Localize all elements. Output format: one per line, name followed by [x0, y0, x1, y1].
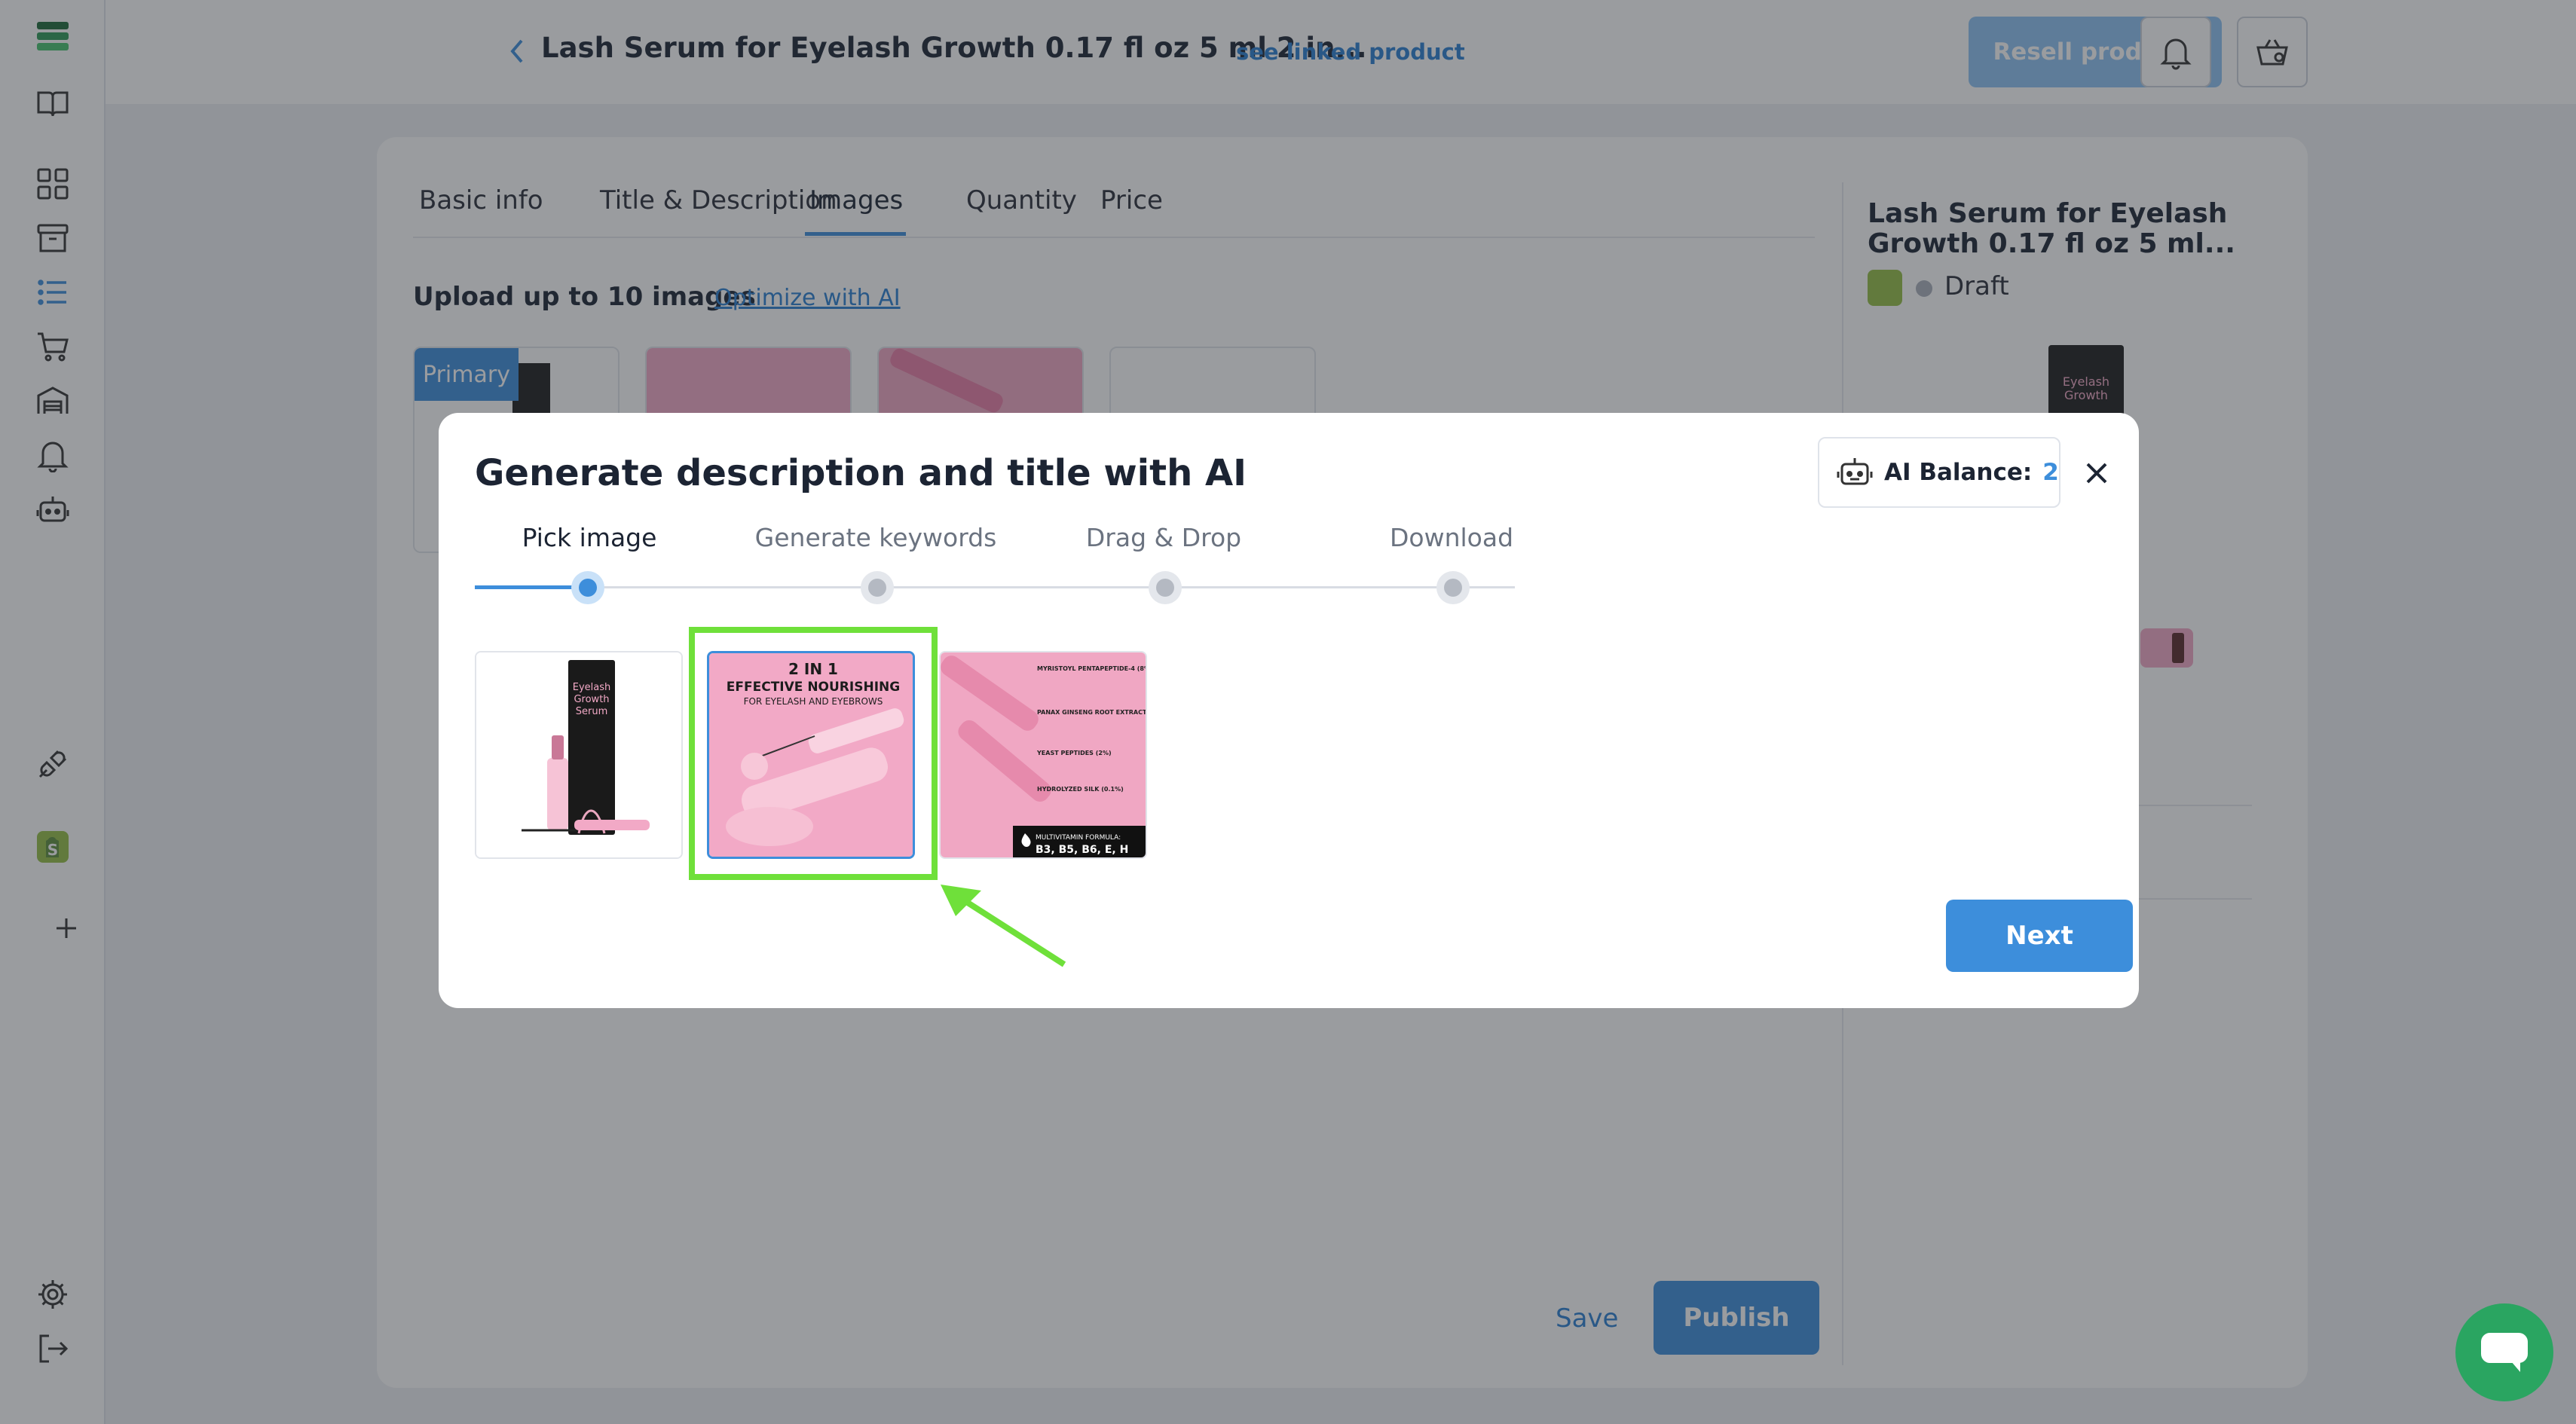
svg-text:PANAX GINSENG ROOT EXTRACT (3%: PANAX GINSENG ROOT EXTRACT (3%) — [1037, 709, 1147, 716]
stepper-track — [475, 586, 1515, 588]
ai-balance-value: 2 — [2042, 459, 2059, 486]
next-button[interactable]: Next — [1946, 900, 2133, 972]
product-photo: MYRISTOYL PENTAPEPTIDE-4 (8%) PANAX GINS… — [941, 652, 1147, 857]
product-photo: Eyelash Growth Serum — [476, 652, 681, 857]
step-pick-image: Pick image — [522, 523, 657, 552]
svg-text:Serum: Serum — [576, 706, 608, 717]
svg-text:Eyelash: Eyelash — [573, 682, 611, 693]
svg-text:YEAST PEPTIDES (2%): YEAST PEPTIDES (2%) — [1036, 750, 1112, 756]
svg-text:MYRISTOYL PENTAPEPTIDE-4 (8%): MYRISTOYL PENTAPEPTIDE-4 (8%) — [1037, 665, 1147, 672]
chat-button[interactable] — [2455, 1303, 2553, 1401]
close-icon[interactable] — [2082, 458, 2112, 488]
modal-title: Generate description and title with AI — [475, 452, 1247, 494]
pointer-arrow-icon — [941, 885, 1066, 967]
svg-text:HYDROLYZED SILK (0.1%): HYDROLYZED SILK (0.1%) — [1037, 786, 1124, 793]
step-dot-active — [571, 571, 604, 604]
robot-icon — [1837, 458, 1873, 485]
step-dot — [1149, 571, 1182, 604]
selection-highlight — [689, 627, 938, 880]
svg-text:Growth: Growth — [574, 694, 609, 705]
svg-text:B3, B5, B6, E, H: B3, B5, B6, E, H — [1036, 844, 1128, 856]
ai-balance-badge: AI Balance: 2 — [1818, 437, 2060, 508]
chat-bubble-icon — [2481, 1333, 2528, 1372]
svg-text:MULTIVITAMIN FORMULA:: MULTIVITAMIN FORMULA: — [1036, 834, 1121, 842]
step-dot — [861, 571, 894, 604]
step-drag-drop: Drag & Drop — [1085, 523, 1242, 552]
ai-balance-label: AI Balance: — [1884, 459, 2033, 486]
step-download: Download — [1389, 523, 1514, 552]
step-generate-keywords: Generate keywords — [754, 523, 997, 552]
pick-image-option[interactable]: Eyelash Growth Serum — [475, 651, 683, 859]
pick-image-option[interactable]: MYRISTOYL PENTAPEPTIDE-4 (8%) PANAX GINS… — [939, 651, 1147, 859]
ai-generate-modal: Generate description and title with AI A… — [439, 413, 2139, 1008]
step-dot — [1436, 571, 1470, 604]
